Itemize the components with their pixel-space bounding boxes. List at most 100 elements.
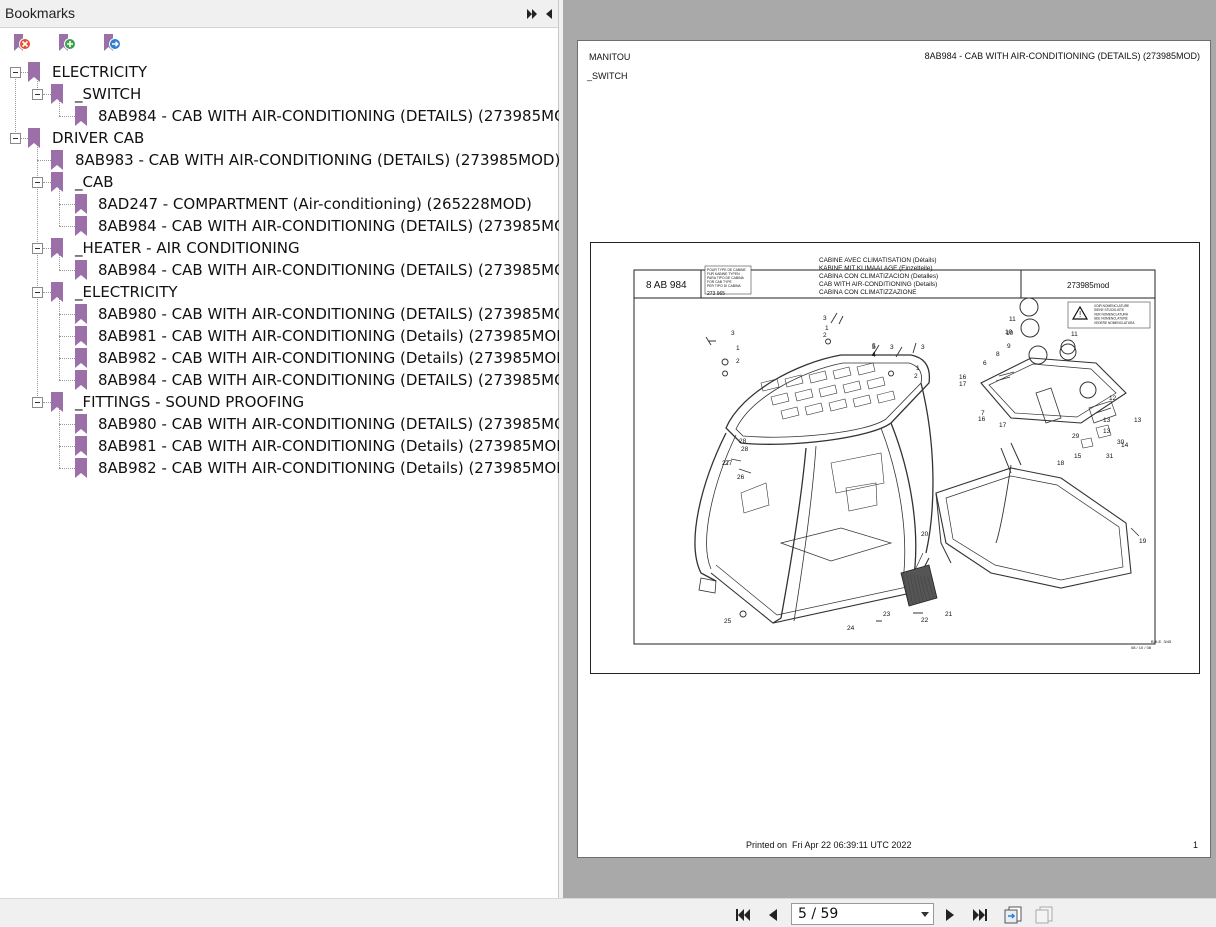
bookmark-label: 8AB982 - CAB WITH AIR-CONDITIONING (Deta… xyxy=(98,349,574,367)
bookmark-item[interactable]: _HEATER - AIR CONDITIONING xyxy=(0,237,558,259)
bookmark-label: 8AD247 - COMPARTMENT (Air-conditioning) … xyxy=(98,195,532,213)
chevron-down-icon[interactable] xyxy=(921,912,929,917)
cab-frame xyxy=(730,458,752,474)
tree-line xyxy=(59,204,75,205)
tree-line xyxy=(59,468,75,469)
cab-frame xyxy=(772,447,807,624)
callout-8: 8 xyxy=(996,351,1000,358)
bookmark-label: 8AB984 - CAB WITH AIR-CONDITIONING (DETA… xyxy=(98,107,584,125)
next-page-icon[interactable] xyxy=(942,907,958,923)
callout-3: 3 xyxy=(823,315,827,322)
callout-31: 31 xyxy=(1106,453,1114,460)
collapse-toggle-icon[interactable] xyxy=(10,133,21,144)
bookmark-item[interactable]: 8AB982 - CAB WITH AIR-CONDITIONING (Deta… xyxy=(0,347,574,369)
bookmark-icon xyxy=(75,436,87,456)
callout-29: 29 xyxy=(1072,433,1080,440)
collapse-toggle-icon[interactable] xyxy=(32,177,43,188)
bookmark-item[interactable]: 8AB981 - CAB WITH AIR-CONDITIONING (Deta… xyxy=(0,435,574,457)
collapse-toggle-icon[interactable] xyxy=(32,397,43,408)
prev-page-icon[interactable] xyxy=(765,907,781,923)
cab-frame xyxy=(808,370,828,384)
bookmark-item[interactable]: _CAB xyxy=(0,171,558,193)
callout-3: 3 xyxy=(921,344,925,351)
cab-frame xyxy=(845,482,878,512)
bookmark-item[interactable]: DRIVER CAB xyxy=(0,127,558,149)
cab-frame xyxy=(705,336,716,346)
callout-26: 26 xyxy=(737,474,745,481)
collapse-panel-icon[interactable] xyxy=(542,7,556,21)
collapse-toggle-icon[interactable] xyxy=(32,89,43,100)
bookmark-item[interactable]: 8AB981 - CAB WITH AIR-CONDITIONING (Deta… xyxy=(0,325,574,347)
bookmark-label: 8AB981 - CAB WITH AIR-CONDITIONING (Deta… xyxy=(98,437,574,455)
callout-12: 12 xyxy=(1109,395,1117,402)
bookmark-label: DRIVER CAB xyxy=(52,129,145,147)
bookmark-label: 8AB984 - CAB WITH AIR-CONDITIONING (DETA… xyxy=(98,261,584,279)
page-number-input[interactable]: 5 / 59 xyxy=(798,906,838,922)
printed-label: Printed on xyxy=(746,840,788,850)
bookmark-item[interactable]: _SWITCH xyxy=(0,83,558,105)
document-viewer[interactable]: MANITOU 8AB984 - CAB WITH AIR-CONDITIONI… xyxy=(563,0,1216,898)
collapse-toggle-icon[interactable] xyxy=(10,67,21,78)
callout-11: 11 xyxy=(1071,331,1078,338)
bookmark-item[interactable]: 8AB982 - CAB WITH AIR-CONDITIONING (Deta… xyxy=(0,457,574,479)
cab-frame xyxy=(920,382,934,554)
bookmark-item[interactable]: 8AB980 - CAB WITH AIR-CONDITIONING (DETA… xyxy=(0,413,583,435)
callout-5: 5 xyxy=(872,343,876,350)
collapse-toggle-icon[interactable] xyxy=(32,243,43,254)
cab-frame xyxy=(739,610,747,618)
bookmark-item[interactable]: 8AB984 - CAB WITH AIR-CONDITIONING (DETA… xyxy=(0,105,583,127)
bookmark-item[interactable]: 8AB980 - CAB WITH AIR-CONDITIONING (DETA… xyxy=(0,303,583,325)
fit-page-icon[interactable] xyxy=(1003,906,1023,924)
bookmark-icon xyxy=(51,392,63,412)
cab-frame xyxy=(828,398,848,412)
bookmark-item[interactable]: 8AB984 - CAB WITH AIR-CONDITIONING (DETA… xyxy=(0,369,583,391)
cab-frame xyxy=(888,370,894,377)
cab-frame xyxy=(825,338,831,345)
first-page-icon[interactable] xyxy=(735,907,751,923)
last-page-icon[interactable] xyxy=(972,907,988,923)
page-section: _SWITCH xyxy=(587,71,628,81)
expand-panel-icon[interactable] xyxy=(525,7,539,21)
page-number-field[interactable]: 5 / 59 xyxy=(791,903,934,925)
bookmark-label: 8AB984 - CAB WITH AIR-CONDITIONING (DETA… xyxy=(98,217,584,235)
callout-13: 13 xyxy=(1103,417,1111,424)
cab-frame xyxy=(832,366,852,380)
bookmark-item[interactable]: 8AD247 - COMPARTMENT (Air-conditioning) … xyxy=(0,193,558,215)
callout-28: 28 xyxy=(741,446,749,453)
bookmark-icon xyxy=(75,194,87,214)
cab-frame xyxy=(995,464,1012,544)
cover-ring xyxy=(1020,318,1040,338)
type-box-ref: 273 965 xyxy=(707,291,725,297)
continuous-icon[interactable] xyxy=(1034,906,1054,924)
bookmark-item[interactable]: ELECTRICITY xyxy=(0,61,558,83)
callout-16: 16 xyxy=(978,416,986,423)
cab-frame xyxy=(740,482,770,514)
cab-frame xyxy=(715,552,924,616)
bookmark-item[interactable]: 8AB984 - CAB WITH AIR-CONDITIONING (DETA… xyxy=(0,259,583,281)
tree-line xyxy=(43,182,51,183)
callout-17: 17 xyxy=(999,422,1007,429)
collapse-toggle-icon[interactable] xyxy=(32,287,43,298)
bookmark-label: ELECTRICITY xyxy=(52,63,148,81)
callout-13: 13 xyxy=(1134,417,1142,424)
add-bookmark-icon[interactable] xyxy=(55,32,77,54)
tree-line xyxy=(59,270,75,271)
bookmark-item[interactable]: 8AB983 - CAB WITH AIR-CONDITIONING (DETA… xyxy=(0,149,560,171)
cab-frame xyxy=(945,475,1124,581)
delete-bookmark-icon[interactable] xyxy=(10,32,32,54)
bookmark-item[interactable]: _ELECTRICITY xyxy=(0,281,558,303)
page-number: 1 xyxy=(1192,840,1198,850)
cab-frame xyxy=(780,406,800,420)
cab-frame xyxy=(770,392,790,406)
bookmark-icon xyxy=(51,282,63,302)
go-to-bookmark-icon[interactable] xyxy=(100,32,122,54)
bookmarks-title: Bookmarks xyxy=(5,5,76,21)
cab-frame xyxy=(1130,527,1140,537)
callout-24: 24 xyxy=(847,625,855,632)
bookmark-icon xyxy=(75,326,87,346)
page-brand: MANITOU xyxy=(589,52,631,62)
bookmark-icon xyxy=(75,106,87,126)
bookmark-item[interactable]: _FITTINGS - SOUND PROOFING xyxy=(0,391,558,413)
cab-frame xyxy=(935,467,1132,589)
bookmark-item[interactable]: 8AB984 - CAB WITH AIR-CONDITIONING (DETA… xyxy=(0,215,583,237)
